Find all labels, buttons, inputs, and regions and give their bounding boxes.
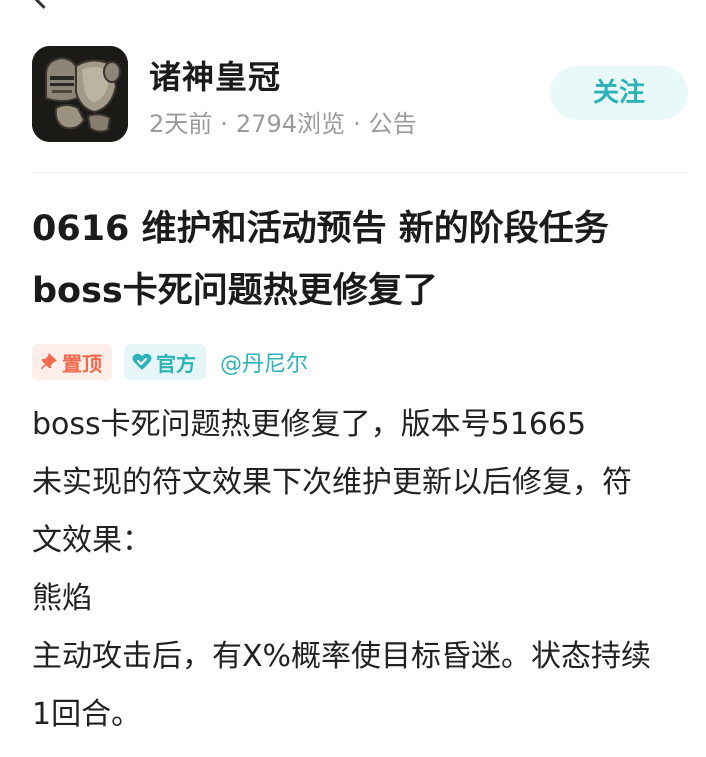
post-title: 0616 维护和活动预告 新的阶段任务 boss卡死问题热更修复了 [32, 198, 692, 322]
official-label: 官方 [156, 351, 196, 376]
meta-separator: · [353, 110, 361, 138]
back-chevron-icon[interactable] [30, 0, 57, 9]
avatar[interactable] [32, 46, 128, 142]
author-header: 诸神皇冠 2天前 · 2794浏览 · 公告 关注 [32, 46, 688, 142]
pin-icon [41, 353, 57, 369]
post-category: 公告 [368, 110, 417, 138]
body-line: 1回合。 [32, 697, 142, 732]
author-name[interactable]: 诸神皇冠 [149, 52, 281, 98]
post-body: boss卡死问题热更修复了，版本号51665 未实现的符文效果下次维护更新以后修… [32, 396, 692, 744]
post-title-line: 0616 维护和活动预告 新的阶段任务 [32, 209, 609, 249]
body-line: 主动攻击后，有X%概率使目标昏迷。状态持续 [32, 639, 652, 674]
post-tags: 置顶 官方 @丹尼尔 [32, 344, 308, 380]
verified-heart-icon [132, 353, 152, 370]
post-time: 2天前 [149, 110, 213, 138]
knight-armor-avatar [32, 46, 128, 142]
body-line: boss卡死问题热更修复了，版本号51665 [32, 407, 587, 442]
body-line: 熊焰 [32, 581, 92, 616]
post-meta: 2天前 · 2794浏览 · 公告 [149, 104, 417, 139]
pinned-badge: 置顶 [32, 344, 112, 380]
body-line: 文效果： [32, 523, 152, 558]
post-title-line: boss卡死问题热更修复了 [32, 271, 438, 311]
body-line: 未实现的符文效果下次维护更新以后修复，符 [32, 465, 632, 500]
official-badge: 官方 [124, 344, 206, 380]
divider [32, 172, 688, 173]
view-count: 2794浏览 [235, 110, 345, 138]
follow-button[interactable]: 关注 [550, 66, 688, 120]
author-mention-link[interactable]: @丹尼尔 [220, 346, 308, 378]
meta-separator: · [220, 110, 228, 138]
pinned-label: 置顶 [62, 351, 102, 376]
